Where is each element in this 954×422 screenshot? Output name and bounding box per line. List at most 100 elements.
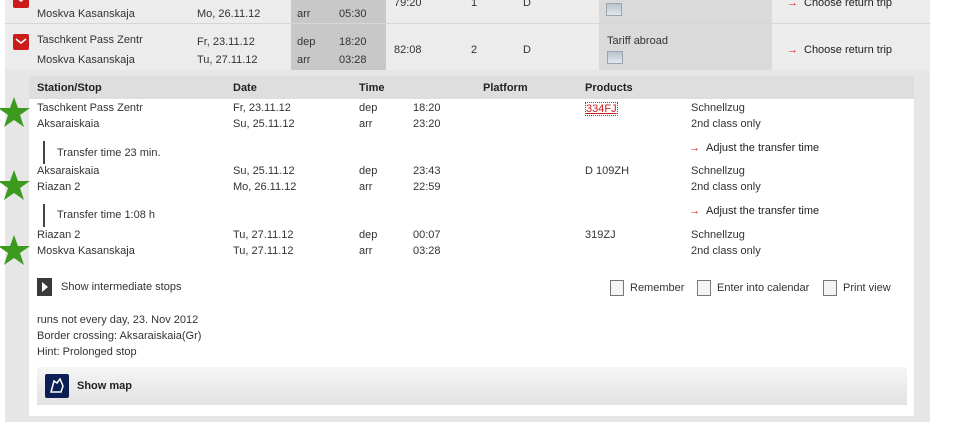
adjust-transfer-link-1[interactable]: → Adjust the transfer time [689,142,819,154]
leg-3-dep-type: dep [359,229,378,241]
print-icon[interactable] [823,280,837,296]
arrival-time: 03:28 [339,54,367,66]
leg-3-product-link[interactable]: 319ZJ [585,229,616,241]
arrow-right-icon: → [787,44,798,56]
transfer-marker [43,204,45,227]
leg-3-arr-type: arr [359,245,373,257]
choose-return-trip-link[interactable]: → Choose return trip [787,44,892,56]
leg-2-to: Riazan 2 [37,181,81,193]
note-schedule: runs not every day, 23. Nov 2012 [37,314,199,326]
leg-3-arr-time: 03:28 [413,245,441,257]
tariff-cell [599,24,772,70]
enter-into-calendar-link[interactable]: Enter into calendar [717,282,809,294]
arrow-right-icon: → [787,0,798,9]
leg-3-product-name: Schnellzug [691,229,745,241]
leg-2-dep-time: 23:43 [413,165,441,177]
arrival-date: Mo, 26.11.12 [197,8,261,20]
products: D [523,0,531,9]
tariff-label: Tariff abroad [607,35,668,47]
leg-1-arr-type: arr [359,118,373,130]
leg-3-dep-time: 00:07 [413,229,441,241]
tariff-image-icon [606,3,622,16]
leg-2-arr-type: arr [359,181,373,193]
col-time: Time [359,82,385,94]
connection-details: Station/Stop Date Time Platform Products… [29,76,914,416]
show-map-bar[interactable]: Show map [37,367,907,405]
adjust-transfer-label: Adjust the transfer time [706,205,820,217]
note-hint: Hint: Prolonged stop [37,346,137,358]
adjust-transfer-label: Adjust the transfer time [706,142,820,154]
leg-1-to: Aksaraiskaia [37,118,100,130]
mail-icon[interactable] [13,0,29,8]
calendar-icon[interactable] [697,280,711,296]
leg-2-product-link[interactable]: D 109ZH [585,165,629,177]
print-view-link[interactable]: Print view [843,282,891,294]
departure-type: dep [297,36,316,48]
show-intermediate-stops-link[interactable]: Show intermediate stops [61,281,181,293]
tariff-cell [599,0,772,23]
leg-1-arr-date: Su, 25.11.12 [233,118,295,130]
leg-1-dep-date: Fr, 23.11.12 [233,102,291,114]
leg-1-from: Taschkent Pass Zentr [37,102,143,114]
details-table-header: Station/Stop Date Time Platform Products [29,76,914,99]
note-border-crossing: Border crossing: Aksaraiskaia(Gr) [37,330,202,342]
col-platform: Platform [483,82,528,94]
remember-link[interactable]: Remember [630,282,684,294]
arrow-right-icon: → [689,142,700,154]
arrow-right-icon: → [689,205,700,217]
departure-date: Fr, 23.11.12 [197,36,255,48]
leg-2-dep-type: dep [359,165,378,177]
leg-2-arr-date: Mo, 26.11.12 [233,181,297,193]
leg-2-from: Aksaraiskaia [37,165,100,177]
map-icon [45,374,69,398]
leg-1-product-class: 2nd class only [691,118,761,130]
leg-1-dep-time: 18:20 [413,102,441,114]
connection-row-previous[interactable]: Moskva Kasanskaja Mo, 26.11.12 arr 05:30… [5,0,930,23]
leg-2-product-name: Schnellzug [691,165,745,177]
transfer-1-time: Transfer time 23 min. [57,147,161,159]
leg-2-dep-date: Su, 25.11.12 [233,165,295,177]
choose-return-trip-link[interactable]: → Choose return trip [787,0,892,9]
arrival-time: 05:30 [339,8,367,20]
leg-3-to: Moskva Kasanskaja [37,245,135,257]
departure-time: 18:20 [339,36,367,48]
col-products: Products [585,82,633,94]
changes: 2 [471,44,478,56]
star-icon [0,97,30,127]
destination-station: Moskva Kasanskaja [37,54,135,66]
leg-2-arr-time: 22:59 [413,181,441,193]
leg-3-dep-date: Tu, 27.11.12 [233,229,294,241]
star-icon [0,170,30,200]
arrival-type: arr [297,8,311,20]
products: D [523,44,531,56]
leg-1-arr-time: 23:20 [413,118,441,130]
col-station: Station/Stop [37,82,102,94]
leg-1-product-link[interactable]: 334FJ [585,102,618,116]
arrival-type: arr [297,54,311,66]
choose-return-trip-label: Choose return trip [804,0,893,9]
leg-3-from: Riazan 2 [37,229,81,241]
expand-arrow-icon[interactable] [37,278,52,296]
adjust-transfer-link-2[interactable]: → Adjust the transfer time [689,205,819,217]
destination-station: Moskva Kasanskaja [37,8,135,20]
tariff-image-icon [607,51,623,64]
duration: 79:20 [394,0,422,9]
show-map-label: Show map [77,380,133,392]
origin-station: Taschkent Pass Zentr [37,34,143,46]
leg-3-arr-date: Tu, 27.11.12 [233,245,294,257]
remember-icon[interactable] [610,280,624,296]
leg-2-product-class: 2nd class only [691,181,761,193]
transfer-2-time: Transfer time 1:08 h [57,209,156,221]
duration: 82:08 [394,44,422,56]
mail-icon[interactable] [13,34,29,50]
changes: 1 [471,0,478,9]
leg-1-dep-type: dep [359,102,378,114]
choose-return-trip-label: Choose return trip [804,44,893,56]
col-date: Date [233,82,257,94]
transfer-marker [43,141,45,164]
star-icon [0,235,30,265]
connection-row-selected[interactable]: Taschkent Pass Zentr Moskva Kasanskaja F… [5,23,930,70]
leg-1-product-name: Schnellzug [691,102,745,114]
leg-3-product-class: 2nd class only [691,245,761,257]
arrival-date: Tu, 27.11.12 [197,54,258,66]
